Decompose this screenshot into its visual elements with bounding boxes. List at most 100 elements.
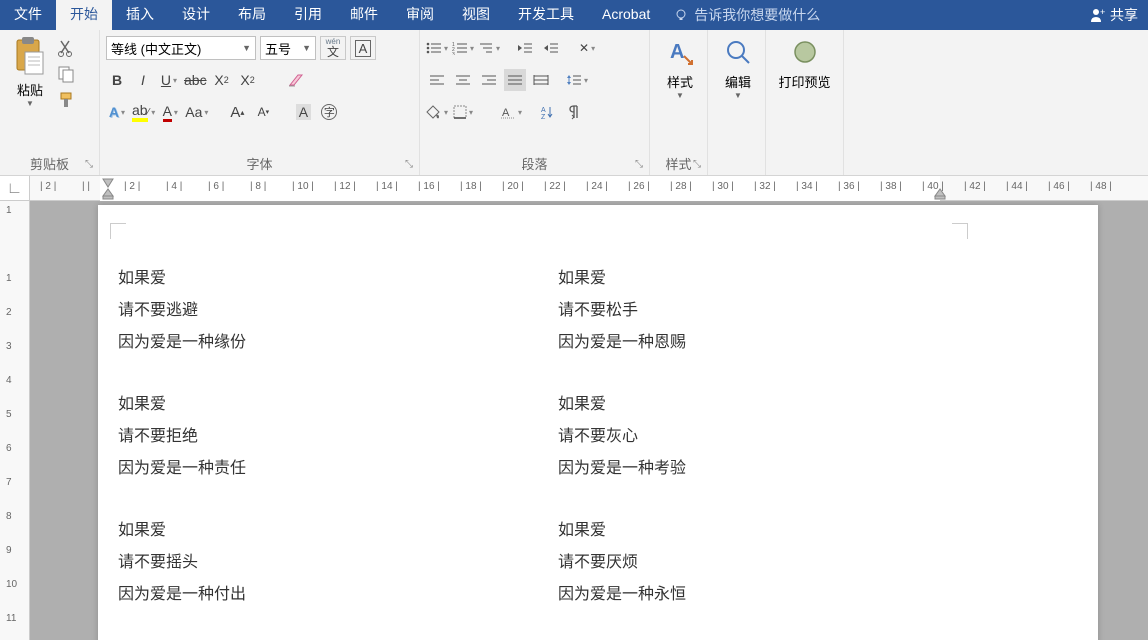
clear-formatting-button[interactable] [285, 69, 307, 91]
tab-references[interactable]: 引用 [280, 0, 336, 30]
shrink-font-button[interactable]: A▾ [252, 101, 274, 123]
tab-acrobat[interactable]: Acrobat [588, 0, 664, 30]
increase-indent-button[interactable] [540, 37, 562, 59]
ruler-tick: 6 [6, 443, 12, 454]
indent-marker-bottom[interactable] [102, 188, 114, 203]
ruler-tick: 1 [6, 273, 12, 284]
tab-mailings[interactable]: 邮件 [336, 0, 392, 30]
tab-file[interactable]: 文件 [0, 0, 56, 30]
tab-view[interactable]: 视图 [448, 0, 504, 30]
print-preview-button[interactable]: 打印预览 [772, 34, 837, 93]
group-paragraph: ▾ 123▾ ▾ ✕▾ ▾ ▾ ▾ A▾ AZ 段落 ⤡ [420, 30, 650, 175]
tab-developer[interactable]: 开发工具 [504, 0, 588, 30]
lightbulb-icon [674, 8, 688, 22]
svg-text:A: A [670, 41, 684, 63]
text-line[interactable]: 请不要摇头 [118, 547, 478, 579]
subscript-button[interactable]: X2 [211, 69, 233, 91]
font-size-combo[interactable]: 五号▼ [260, 36, 316, 60]
ruler-tick: | 14 | [376, 181, 398, 192]
text-line[interactable]: 请不要松手 [558, 295, 918, 327]
text-line[interactable]: 如果爱 [558, 389, 918, 421]
tell-me-search[interactable]: 告诉我你想要做什么 [664, 5, 820, 25]
italic-button[interactable]: I [132, 69, 154, 91]
text-line[interactable]: 因为爱是一种考验 [558, 453, 918, 485]
superscript-button[interactable]: X2 [237, 69, 259, 91]
text-line[interactable]: 因为爱是一种责任 [118, 453, 478, 485]
ruler-tick: 5 [6, 409, 12, 420]
ruler-tick: | 44 | [1006, 181, 1028, 192]
justify-button[interactable] [504, 69, 526, 91]
text-effects-button[interactable]: A▾ [106, 101, 128, 123]
tab-review[interactable]: 审阅 [392, 0, 448, 30]
ruler-tick: 1 [6, 205, 12, 216]
line-spacing-button[interactable]: ▾ [566, 69, 588, 91]
ruler-horizontal[interactable]: | 2 || || 2 || 4 || 6 || 8 || 10 || 12 |… [30, 176, 1148, 200]
font-expand-icon[interactable]: ⤡ [403, 159, 415, 171]
clipboard-expand-icon[interactable]: ⤡ [83, 159, 95, 171]
styles-expand-icon[interactable]: ⤡ [691, 159, 703, 171]
text-line[interactable]: 如果爱 [118, 389, 478, 421]
asian-layout-button[interactable]: ✕▾ [576, 37, 598, 59]
phonetic-guide-button[interactable]: wén文 [320, 36, 346, 60]
font-color-button[interactable]: A▾ [159, 101, 181, 123]
tab-layout[interactable]: 布局 [224, 0, 280, 30]
paragraph-expand-icon[interactable]: ⤡ [633, 159, 645, 171]
change-case-button[interactable]: Aa▾ [185, 101, 208, 123]
borders-button[interactable]: ▾ [452, 101, 474, 123]
text-line[interactable]: 请不要灰心 [558, 421, 918, 453]
text-line[interactable]: 因为爱是一种缘份 [118, 327, 478, 359]
bullets-button[interactable]: ▾ [426, 37, 448, 59]
text-line[interactable]: 请不要拒绝 [118, 421, 478, 453]
shading-button[interactable]: ▾ [426, 101, 448, 123]
text-line[interactable]: 请不要厌烦 [558, 547, 918, 579]
char-shading-button[interactable]: A [292, 101, 314, 123]
chevron-down-icon: ▼ [26, 99, 34, 108]
ruler-tick: 2 [6, 307, 12, 318]
find-button[interactable]: 编辑▼ [714, 34, 762, 102]
snap-to-grid-button[interactable]: A▾ [500, 101, 522, 123]
align-left-button[interactable] [426, 69, 448, 91]
grow-font-button[interactable]: A▴ [226, 101, 248, 123]
tab-selector[interactable]: ∟ [0, 176, 30, 201]
document-body[interactable]: 如果爱请不要逃避因为爱是一种缘份如果爱请不要拒绝因为爱是一种责任如果爱请不要摇头… [98, 205, 1098, 640]
tab-insert[interactable]: 插入 [112, 0, 168, 30]
strikethrough-button[interactable]: abc [184, 69, 207, 91]
cut-button[interactable] [56, 38, 76, 58]
show-marks-button[interactable] [562, 101, 584, 123]
sort-button[interactable]: AZ [536, 101, 558, 123]
text-line[interactable]: 如果爱 [558, 515, 918, 547]
align-right-button[interactable] [478, 69, 500, 91]
share-button[interactable]: + 共享 [1080, 5, 1148, 25]
character-border-button[interactable]: A [350, 36, 376, 60]
copy-button[interactable] [56, 64, 76, 84]
distributed-button[interactable] [530, 69, 552, 91]
multilevel-list-button[interactable]: ▾ [478, 37, 500, 59]
ruler-tick: 4 [6, 375, 12, 386]
text-line[interactable]: 如果爱 [118, 263, 478, 295]
underline-button[interactable]: U▾ [158, 69, 180, 91]
text-line[interactable]: 请不要逃避 [118, 295, 478, 327]
text-line[interactable]: 因为爱是一种付出 [118, 579, 478, 611]
ruler-tick: | 8 | [250, 181, 266, 192]
styles-button[interactable]: A 样式▼ [656, 34, 704, 102]
tab-home[interactable]: 开始 [56, 0, 112, 30]
enclose-char-button[interactable]: 字 [318, 101, 340, 123]
page-scroll[interactable]: 如果爱请不要逃避因为爱是一种缘份如果爱请不要拒绝因为爱是一种责任如果爱请不要摇头… [30, 201, 1148, 640]
bold-button[interactable]: B [106, 69, 128, 91]
tab-design[interactable]: 设计 [168, 0, 224, 30]
text-line[interactable]: 如果爱 [558, 263, 918, 295]
decrease-indent-button[interactable] [514, 37, 536, 59]
text-line[interactable]: 如果爱 [118, 515, 478, 547]
numbering-button[interactable]: 123▾ [452, 37, 474, 59]
align-center-button[interactable] [452, 69, 474, 91]
svg-text:3: 3 [452, 52, 455, 55]
text-line[interactable]: 因为爱是一种恩赐 [558, 327, 918, 359]
highlight-button[interactable]: ab⁄▾ [132, 101, 155, 123]
text-line[interactable]: 因为爱是一种永恒 [558, 579, 918, 611]
ruler-vertical[interactable]: 11234567891011 [0, 201, 30, 640]
format-painter-button[interactable] [56, 90, 76, 110]
paste-button[interactable]: 粘贴 ▼ [6, 34, 54, 144]
group-label-paragraph: 段落 [420, 154, 649, 173]
ruler-tick: | 2 | [124, 181, 140, 192]
font-name-combo[interactable]: 等线 (中文正文)▼ [106, 36, 256, 60]
